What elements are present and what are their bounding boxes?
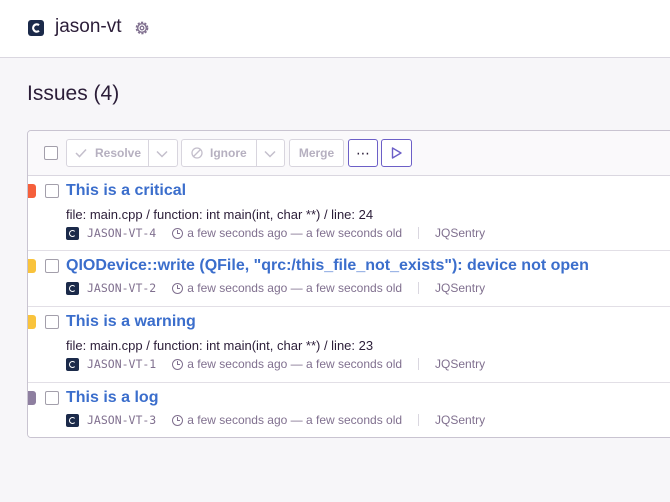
play-icon <box>391 147 402 159</box>
divider <box>418 227 420 239</box>
project-icon <box>66 413 79 427</box>
project-header: jason-vt <box>0 0 670 58</box>
issue-checkbox[interactable] <box>45 184 59 198</box>
time-info: a few seconds ago — a few seconds old <box>187 226 403 240</box>
clock-icon <box>172 227 184 239</box>
clock-icon <box>172 282 184 294</box>
time-info: a few seconds ago — a few seconds old <box>187 357 403 371</box>
chevron-down-icon[interactable] <box>264 150 276 158</box>
project-icon <box>66 281 79 295</box>
ignore-icon <box>191 147 203 159</box>
page-title: Issues (4) <box>27 82 120 105</box>
issue-row[interactable]: This is a critical file: main.cpp / func… <box>28 176 670 251</box>
issue-meta: JASON-VT-2 a few seconds ago — a few sec… <box>66 280 485 296</box>
gear-icon[interactable] <box>133 19 151 37</box>
ignore-button[interactable]: Ignore <box>181 139 285 167</box>
more-icon: ⋯ <box>356 144 370 161</box>
assignee[interactable]: JQSentry <box>435 357 485 371</box>
split-divider <box>256 140 257 166</box>
assignee[interactable]: JQSentry <box>435 413 485 427</box>
assignee[interactable]: JQSentry <box>435 226 485 240</box>
project-icon <box>66 357 79 371</box>
clock-icon <box>172 414 184 426</box>
short-id[interactable]: JASON-VT-4 <box>87 226 156 240</box>
split-divider <box>148 140 149 166</box>
issue-checkbox[interactable] <box>45 315 59 329</box>
c-logo-icon <box>28 20 44 36</box>
more-actions-button[interactable]: ⋯ <box>348 139 378 167</box>
merge-button[interactable]: Merge <box>289 139 344 167</box>
level-indicator-critical <box>28 184 36 198</box>
issue-title[interactable]: This is a critical <box>66 182 186 200</box>
issue-row[interactable]: This is a warning file: main.cpp / funct… <box>28 307 670 383</box>
level-indicator-warning <box>28 315 36 329</box>
bulk-actions-toolbar: Resolve Ignore Merge ⋯ <box>28 131 670 176</box>
divider <box>418 414 420 426</box>
divider <box>418 358 420 370</box>
chevron-down-icon[interactable] <box>156 150 168 158</box>
project-icon <box>66 226 79 240</box>
select-all-checkbox[interactable] <box>44 146 58 160</box>
level-indicator-log <box>28 391 36 405</box>
resolve-button[interactable]: Resolve <box>66 139 178 167</box>
short-id[interactable]: JASON-VT-3 <box>87 413 156 427</box>
divider <box>418 282 420 294</box>
issue-culprit: file: main.cpp / function: int main(int,… <box>66 338 374 353</box>
play-button[interactable] <box>381 139 412 167</box>
issue-culprit: file: main.cpp / function: int main(int,… <box>66 207 374 222</box>
ignore-label: Ignore <box>210 146 247 160</box>
clock-icon <box>172 358 184 370</box>
level-indicator-warning <box>28 259 36 273</box>
short-id[interactable]: JASON-VT-1 <box>87 357 156 371</box>
issue-meta: JASON-VT-3 a few seconds ago — a few sec… <box>66 412 485 428</box>
issue-checkbox[interactable] <box>45 259 59 273</box>
issue-title[interactable]: QIODevice::write (QFile, "qrc:/this_file… <box>66 257 589 275</box>
issue-row[interactable]: QIODevice::write (QFile, "qrc:/this_file… <box>28 251 670 307</box>
issue-title[interactable]: This is a log <box>66 389 158 407</box>
time-info: a few seconds ago — a few seconds old <box>187 281 403 295</box>
issue-checkbox[interactable] <box>45 391 59 405</box>
assignee[interactable]: JQSentry <box>435 281 485 295</box>
merge-label: Merge <box>298 146 335 160</box>
issue-row[interactable]: This is a log JASON-VT-3 a few seconds a… <box>28 383 670 437</box>
issues-panel: Resolve Ignore Merge ⋯ This is a critica… <box>27 130 670 438</box>
issue-meta: JASON-VT-1 a few seconds ago — a few sec… <box>66 356 485 372</box>
issue-meta: JASON-VT-4 a few seconds ago — a few sec… <box>66 225 485 241</box>
project-name[interactable]: jason-vt <box>55 16 122 38</box>
time-info: a few seconds ago — a few seconds old <box>187 413 403 427</box>
issue-title[interactable]: This is a warning <box>66 313 196 331</box>
check-icon <box>75 148 87 158</box>
resolve-label: Resolve <box>95 146 142 160</box>
short-id[interactable]: JASON-VT-2 <box>87 281 156 295</box>
